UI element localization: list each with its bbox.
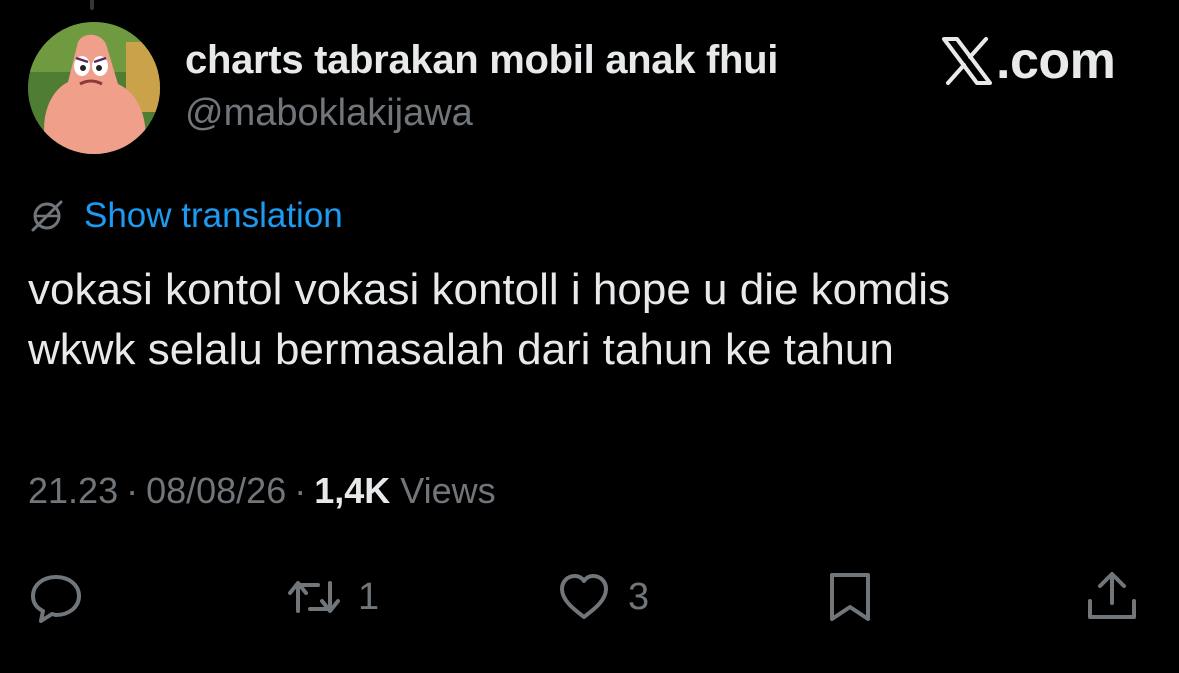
tweet-date[interactable]: 08/08/26: [146, 470, 286, 512]
meta-separator: ·: [126, 470, 139, 511]
bookmark-icon: [830, 573, 870, 621]
show-translation-link[interactable]: Show translation: [84, 196, 343, 236]
share-icon: [1088, 572, 1136, 619]
meta-separator: ·: [294, 470, 307, 511]
translation-row[interactable]: Show translation: [28, 192, 343, 240]
tweet-meta: 21.23 · 08/08/26 · 1,4K Views: [28, 470, 496, 512]
brand-domain-text: .com: [996, 32, 1116, 90]
bookmark-button[interactable]: [822, 565, 878, 629]
retweet-count: 1: [358, 575, 380, 618]
globe-slash-icon: [31, 200, 63, 232]
reply-icon: [31, 575, 81, 623]
like-button[interactable]: 3: [556, 565, 649, 629]
thread-connector: [90, 0, 94, 10]
heart-icon: [560, 574, 608, 619]
share-button[interactable]: [1084, 565, 1140, 629]
patrick-star-avatar-image: [28, 22, 160, 154]
tweet-text: vokasi kontol vokasi kontoll i hope u di…: [28, 265, 951, 374]
retweet-button[interactable]: 1: [286, 565, 379, 629]
views-count[interactable]: 1,4K: [314, 470, 390, 512]
retweet-icon: [288, 581, 340, 613]
author-display-name[interactable]: charts tabrakan mobil anak fhui: [185, 38, 778, 83]
author-handle[interactable]: @maboklakijawa: [185, 92, 473, 135]
avatar[interactable]: [28, 22, 160, 154]
tweet-card: charts tabrakan mobil anak fhui @mabokla…: [0, 0, 1179, 673]
tweet-time[interactable]: 21.23: [28, 470, 118, 512]
action-bar: 1 3: [0, 565, 1179, 629]
x-com-brand: .com: [940, 30, 1116, 92]
like-count: 3: [628, 575, 650, 618]
x-logo-icon: [942, 37, 992, 85]
views-label[interactable]: Views: [400, 470, 495, 512]
reply-button[interactable]: [28, 565, 84, 629]
